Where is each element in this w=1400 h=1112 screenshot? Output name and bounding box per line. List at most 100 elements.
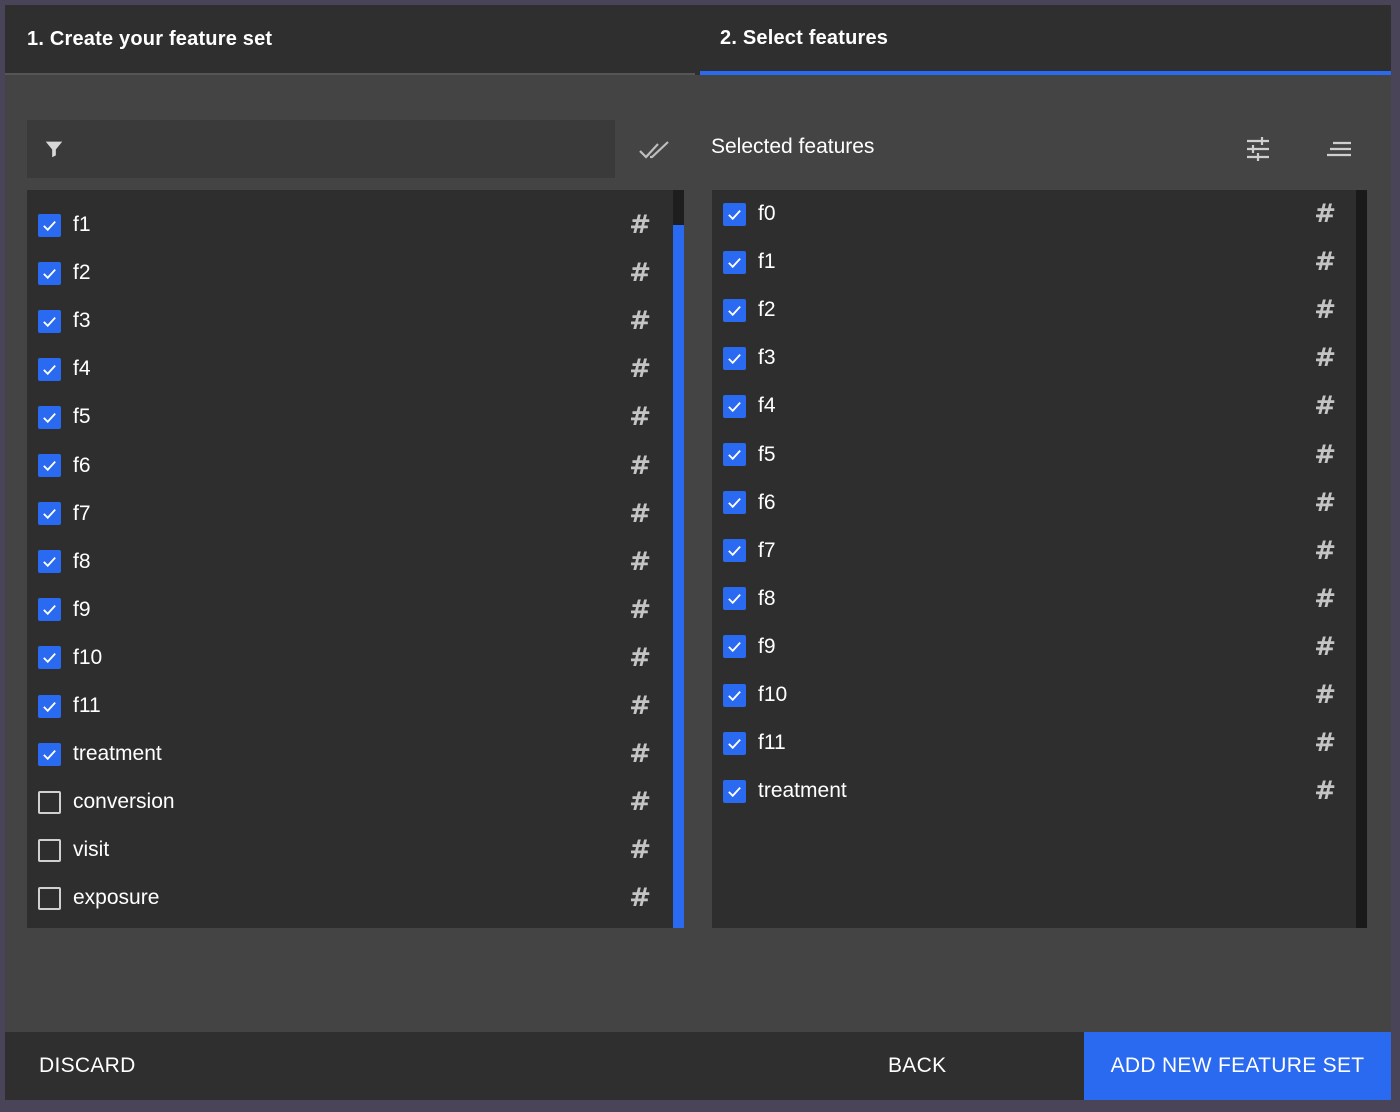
feature-row[interactable]: f4 #: [27, 345, 675, 393]
feature-label: f3: [758, 346, 776, 370]
scrollbar-thumb[interactable]: [673, 225, 684, 928]
feature-row[interactable]: visit #: [27, 826, 675, 874]
feature-checkbox[interactable]: [723, 539, 746, 563]
feature-row[interactable]: f3 #: [712, 334, 1360, 382]
feature-row[interactable]: f5 #: [27, 393, 675, 441]
feature-checkbox[interactable]: [38, 646, 61, 670]
feature-checkbox[interactable]: [723, 491, 746, 515]
feature-row[interactable]: f7 #: [712, 527, 1360, 575]
feature-checkbox[interactable]: [723, 394, 746, 418]
feature-checkbox[interactable]: [38, 694, 61, 718]
feature-row[interactable]: f3 #: [27, 297, 675, 345]
feature-label: f9: [73, 597, 91, 621]
feature-checkbox[interactable]: [38, 261, 61, 285]
feature-label: f6: [758, 490, 776, 514]
feature-row[interactable]: f11 #: [712, 719, 1360, 767]
feature-label: f11: [758, 731, 786, 755]
feature-label: f2: [73, 261, 91, 285]
feature-row[interactable]: f0 #: [712, 190, 1360, 238]
feature-label: f8: [73, 549, 91, 573]
back-button[interactable]: BACK: [888, 1032, 946, 1100]
feature-checkbox[interactable]: [38, 405, 61, 429]
feature-label: f3: [73, 309, 91, 333]
add-new-feature-set-button[interactable]: ADD NEW FEATURE SET: [1084, 1032, 1391, 1100]
feature-checkbox[interactable]: [38, 742, 61, 766]
sort-icon: [1325, 135, 1353, 163]
feature-checkbox[interactable]: [723, 298, 746, 322]
feature-checkbox[interactable]: [723, 587, 746, 611]
discard-button[interactable]: DISCARD: [39, 1032, 136, 1100]
feature-label: f7: [73, 501, 91, 525]
numeric-type-icon: #: [1314, 343, 1336, 374]
numeric-type-icon: #: [1314, 776, 1336, 807]
feature-checkbox[interactable]: [723, 683, 746, 707]
feature-checkbox[interactable]: [38, 598, 61, 622]
select-all-button[interactable]: [637, 135, 673, 165]
feature-checkbox[interactable]: [723, 731, 746, 755]
numeric-type-icon: #: [1314, 487, 1336, 518]
feature-label: f4: [758, 394, 776, 418]
feature-checkbox[interactable]: [38, 309, 61, 333]
available-list-scrollbar[interactable]: [673, 190, 684, 928]
feature-checkbox[interactable]: [38, 838, 61, 862]
create-feature-set-dialog: 1. Create your feature set 2. Select fea…: [5, 5, 1391, 1100]
numeric-type-icon: #: [629, 642, 651, 673]
feature-label: f5: [73, 405, 91, 429]
numeric-type-icon: #: [629, 210, 651, 240]
feature-label: f1: [758, 250, 776, 274]
feature-checkbox[interactable]: [38, 213, 61, 237]
feature-checkbox[interactable]: [723, 346, 746, 370]
feature-row[interactable]: treatment #: [27, 730, 675, 778]
stepper: 1. Create your feature set 2. Select fea…: [5, 5, 1391, 75]
feature-label: treatment: [73, 742, 162, 766]
feature-settings-button[interactable]: [1242, 133, 1274, 165]
feature-checkbox[interactable]: [38, 550, 61, 574]
feature-checkbox[interactable]: [38, 886, 61, 910]
numeric-type-icon: #: [1314, 583, 1336, 614]
feature-label: conversion: [73, 790, 175, 814]
feature-checkbox[interactable]: [723, 250, 746, 274]
feature-row[interactable]: conversion #: [27, 778, 675, 826]
feature-row[interactable]: f6 #: [27, 442, 675, 490]
step-1-label: 1. Create your feature set: [27, 27, 273, 50]
numeric-type-icon: #: [629, 354, 651, 385]
feature-checkbox[interactable]: [38, 790, 61, 814]
feature-checkbox[interactable]: [38, 502, 61, 526]
feature-checkbox[interactable]: [723, 635, 746, 659]
sort-button[interactable]: [1323, 133, 1355, 165]
feature-row[interactable]: f10 #: [712, 671, 1360, 719]
feature-row[interactable]: f8 #: [27, 538, 675, 586]
step-2-label: 2. Select features: [720, 26, 889, 49]
numeric-type-icon: #: [1314, 631, 1336, 662]
feature-label: visit: [73, 838, 110, 862]
feature-row[interactable]: exposure #: [27, 874, 675, 922]
feature-checkbox[interactable]: [723, 202, 746, 226]
feature-row[interactable]: f10 #: [27, 634, 675, 682]
numeric-type-icon: #: [629, 306, 651, 337]
feature-row[interactable]: f6 #: [712, 479, 1360, 527]
feature-row[interactable]: f9 #: [712, 623, 1360, 671]
feature-checkbox[interactable]: [723, 779, 746, 803]
feature-row[interactable]: f11 #: [27, 682, 675, 730]
feature-row[interactable]: f2 #: [27, 249, 675, 297]
feature-label: f7: [758, 538, 776, 562]
available-features-list: f1 # f2 # f3 # f4 # f5 # f6 # f7 # f8 # f9 # f10 # f11 # treat…: [27, 190, 675, 928]
feature-checkbox[interactable]: [38, 357, 61, 381]
feature-row[interactable]: f4 #: [712, 382, 1360, 430]
feature-row[interactable]: f7 #: [27, 490, 675, 538]
step-create-feature-set[interactable]: 1. Create your feature set: [5, 5, 695, 75]
feature-row[interactable]: f1 #: [712, 238, 1360, 286]
feature-row[interactable]: f9 #: [27, 586, 675, 634]
feature-checkbox[interactable]: [38, 454, 61, 477]
feature-row[interactable]: treatment #: [712, 767, 1360, 815]
feature-row[interactable]: f2 #: [712, 286, 1360, 334]
feature-row[interactable]: f1 #: [27, 201, 675, 249]
numeric-type-icon: #: [1314, 680, 1336, 710]
filter-input[interactable]: [65, 120, 615, 178]
numeric-type-icon: #: [629, 402, 651, 433]
feature-row[interactable]: f5 #: [712, 431, 1360, 479]
step-select-features[interactable]: 2. Select features: [700, 5, 1391, 75]
selected-list-scrollbar[interactable]: [1356, 190, 1367, 928]
feature-row[interactable]: f8 #: [712, 575, 1360, 623]
feature-checkbox[interactable]: [723, 443, 746, 466]
